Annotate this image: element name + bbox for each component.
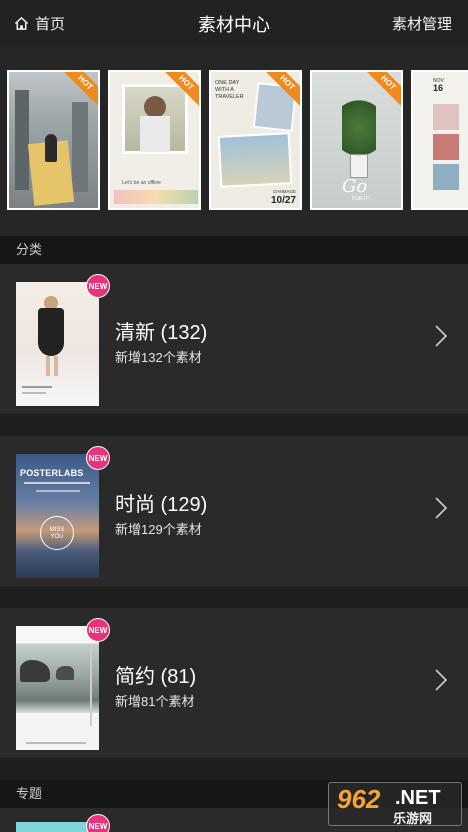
- new-badge: NEW: [86, 446, 110, 470]
- hot-item-3[interactable]: ONE DAY WITH A TRAVELER 10/27 CHNMAGE HO…: [209, 70, 302, 210]
- hot-item-1[interactable]: HOT: [7, 70, 100, 210]
- hot-carousel[interactable]: HOT Let's be an offline HOT ONE DAY WITH…: [0, 46, 468, 236]
- new-badge: NEW: [86, 618, 110, 642]
- cover-title: POSTERLABS: [20, 468, 84, 478]
- watermark-number: 962: [337, 784, 381, 814]
- row-divider: [0, 414, 468, 436]
- thumb-sub: FOR IT!: [352, 196, 370, 202]
- chevron-right-icon: [435, 325, 448, 347]
- cover-badge: MISS YOU: [40, 516, 74, 550]
- material-manage-button[interactable]: 素材管理: [392, 13, 452, 34]
- site-watermark-logo: 962 .NET 乐游网: [328, 782, 462, 826]
- thumb-heading: ONE DAY WITH A TRAVELER: [215, 80, 244, 100]
- row-divider: [0, 758, 468, 780]
- chevron-right-icon: [435, 669, 448, 691]
- hot-item-5[interactable]: NOV 16: [411, 70, 468, 210]
- thumb-tag: CHNMAGE: [272, 189, 296, 194]
- category-cover: [16, 282, 99, 406]
- chevron-right-icon: [435, 497, 448, 519]
- hot-item-2[interactable]: Let's be an offline HOT: [108, 70, 201, 210]
- top-bar: 首页 素材中心 素材管理: [0, 0, 468, 46]
- hot-item-4[interactable]: Go FOR IT! HOT: [310, 70, 403, 210]
- poster-thumbnail: NOV 16: [413, 72, 468, 208]
- thumb-date: 10/27: [270, 195, 296, 206]
- watermark-site: 乐游网: [393, 811, 433, 826]
- thumb-script: Go: [342, 176, 368, 197]
- thumb-caption: Let's be an offline: [122, 180, 161, 186]
- thumb-day: 16: [433, 83, 444, 93]
- watermark-domain: .NET: [395, 787, 441, 809]
- category-name: 简约 (81): [115, 666, 197, 688]
- category-name: 时尚 (129): [115, 494, 208, 516]
- new-badge: NEW: [86, 274, 110, 298]
- category-subtitle: 新增81个素材: [115, 694, 195, 709]
- category-section-header: 分类: [0, 236, 468, 264]
- new-badge: NEW: [86, 814, 110, 832]
- category-name: 清新 (132): [115, 322, 208, 344]
- category-subtitle: 新增129个素材: [115, 522, 202, 537]
- row-divider: [0, 586, 468, 608]
- category-cover: [16, 626, 99, 750]
- category-row-simple[interactable]: NEW 简约 (81) 新增81个素材: [0, 608, 468, 758]
- category-row-fashion[interactable]: POSTERLABS MISS YOU NEW 时尚 (129) 新增129个素…: [0, 436, 468, 586]
- category-cover: POSTERLABS MISS YOU: [16, 454, 99, 578]
- category-subtitle: 新增132个素材: [115, 350, 202, 365]
- category-row-fresh[interactable]: NEW 清新 (132) 新增132个素材: [0, 264, 468, 414]
